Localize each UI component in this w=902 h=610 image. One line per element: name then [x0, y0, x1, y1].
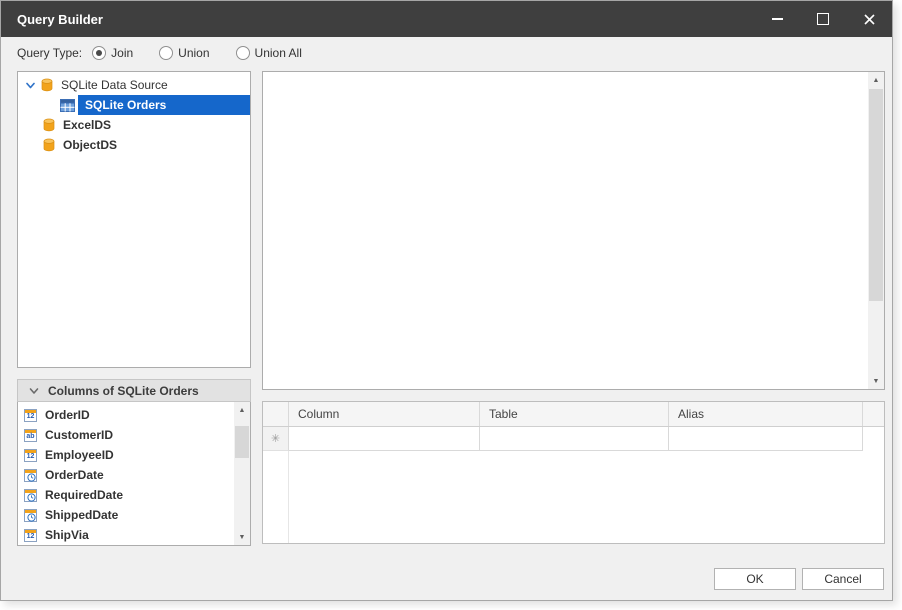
columns-panel-title: Columns of SQLite Orders — [48, 383, 199, 398]
query-diagram-surface[interactable]: ▲ ▼ — [262, 71, 885, 390]
database-icon — [43, 138, 55, 152]
grid-row-indicator-header — [263, 402, 289, 426]
column-item-label: ShipVia — [45, 528, 89, 542]
table-icon — [60, 98, 75, 112]
column-item-employeeid[interactable]: 12 EmployeeID — [18, 445, 250, 465]
columns-list: 12 OrderID ab CustomerID 12 EmployeeID O… — [17, 402, 251, 546]
numeric-type-icon: 12 — [24, 448, 37, 462]
radio-union-circle — [159, 46, 174, 60]
column-item-requireddate[interactable]: RequiredDate — [18, 485, 250, 505]
column-item-shippeddate[interactable]: ShippedDate — [18, 505, 250, 525]
text-type-icon: ab — [24, 428, 37, 442]
radio-union[interactable]: Union — [159, 46, 210, 60]
radio-join-circle — [92, 46, 107, 60]
datasource-tree: SQLite Data Source SQLite Orders ExcelDS — [17, 71, 251, 368]
tree-item-label: ObjectDS — [63, 138, 118, 152]
window-title: Query Builder — [17, 11, 103, 27]
column-item-orderdate[interactable]: OrderDate — [18, 465, 250, 485]
column-item-label: OrderID — [45, 408, 90, 422]
cancel-button[interactable]: Cancel — [802, 568, 884, 590]
date-type-icon — [24, 468, 37, 482]
column-item-label: RequiredDate — [45, 488, 124, 502]
scrollbar-thumb[interactable] — [235, 426, 249, 458]
columns-panel-header[interactable]: Columns of SQLite Orders — [17, 379, 251, 402]
selected-columns-grid: Column Table Alias ✳ — [262, 401, 885, 544]
grid-header-column[interactable]: Column — [289, 402, 480, 426]
radio-union-label: Union — [178, 46, 210, 60]
scroll-down-arrow-icon[interactable]: ▼ — [868, 373, 884, 389]
scroll-up-arrow-icon[interactable]: ▲ — [234, 402, 250, 418]
new-row-indicator-icon: ✳ — [263, 427, 289, 451]
scroll-up-arrow-icon[interactable]: ▲ — [868, 72, 884, 88]
columns-panel: Columns of SQLite Orders 12 OrderID ab C… — [17, 379, 251, 546]
scrollbar-thumb[interactable] — [869, 89, 883, 301]
column-item-shipvia[interactable]: 12 ShipVia — [18, 525, 250, 545]
tree-item-objectds[interactable]: ObjectDS — [18, 135, 250, 155]
numeric-type-icon: 12 — [24, 528, 37, 542]
radio-join[interactable]: Join — [92, 46, 133, 60]
minimize-button[interactable] — [754, 1, 800, 37]
query-type-row: Query Type: Join Union Union All — [17, 37, 328, 69]
database-icon — [43, 118, 55, 132]
radio-union-all-label: Union All — [254, 46, 302, 60]
radio-join-label: Join — [111, 46, 134, 60]
column-item-label: OrderDate — [45, 468, 104, 482]
tree-item-excelds[interactable]: ExcelDS — [18, 115, 250, 135]
window-controls — [754, 1, 892, 37]
grid-cell-extra — [863, 427, 884, 451]
column-item-customerid[interactable]: ab CustomerID — [18, 425, 250, 445]
minimize-icon — [771, 18, 783, 20]
tree-item-sqlite-data-source[interactable]: SQLite Data Source — [18, 75, 250, 95]
radio-union-all-circle — [235, 46, 250, 60]
title-bar: Query Builder — [1, 1, 892, 37]
date-type-icon — [24, 508, 37, 522]
radio-union-all[interactable]: Union All — [235, 46, 302, 60]
tree-item-label-selected: SQLite Orders — [78, 95, 250, 115]
columns-list-scrollbar[interactable]: ▲ ▼ — [234, 402, 250, 545]
grid-header-extra — [863, 402, 884, 426]
diagram-scrollbar[interactable]: ▲ ▼ — [868, 72, 884, 389]
column-item-label: ShippedDate — [45, 508, 119, 522]
tree-item-label: SQLite Data Source — [61, 78, 168, 92]
grid-indicator-separator — [288, 451, 289, 543]
close-icon — [863, 13, 875, 25]
close-button[interactable] — [846, 1, 892, 37]
column-item-orderid[interactable]: 12 OrderID — [18, 405, 250, 425]
query-type-label: Query Type: — [17, 46, 83, 60]
ok-button[interactable]: OK — [714, 568, 796, 590]
expander-chevron-down-icon[interactable] — [25, 80, 36, 91]
grid-new-row[interactable]: ✳ — [263, 427, 884, 451]
numeric-type-icon: 12 — [24, 408, 37, 422]
scroll-down-arrow-icon[interactable]: ▼ — [234, 529, 250, 545]
collapse-chevron-down-icon — [29, 387, 39, 394]
tree-item-sqlite-orders[interactable]: SQLite Orders — [18, 95, 250, 115]
grid-header-table[interactable]: Table — [480, 402, 669, 426]
grid-cell-alias[interactable] — [669, 427, 863, 451]
tree-item-label: ExcelDS — [63, 118, 112, 132]
maximize-icon — [817, 13, 829, 25]
column-item-label: CustomerID — [45, 428, 114, 442]
column-item-label: EmployeeID — [45, 448, 114, 462]
grid-cell-column[interactable] — [289, 427, 480, 451]
query-builder-dialog: Query Builder Query Type: Join Union Uni… — [0, 0, 893, 601]
date-type-icon — [24, 488, 37, 502]
grid-header-alias[interactable]: Alias — [669, 402, 863, 426]
database-icon — [41, 78, 53, 92]
grid-cell-table[interactable] — [480, 427, 669, 451]
grid-header-row: Column Table Alias — [263, 402, 884, 427]
maximize-button[interactable] — [800, 1, 846, 37]
